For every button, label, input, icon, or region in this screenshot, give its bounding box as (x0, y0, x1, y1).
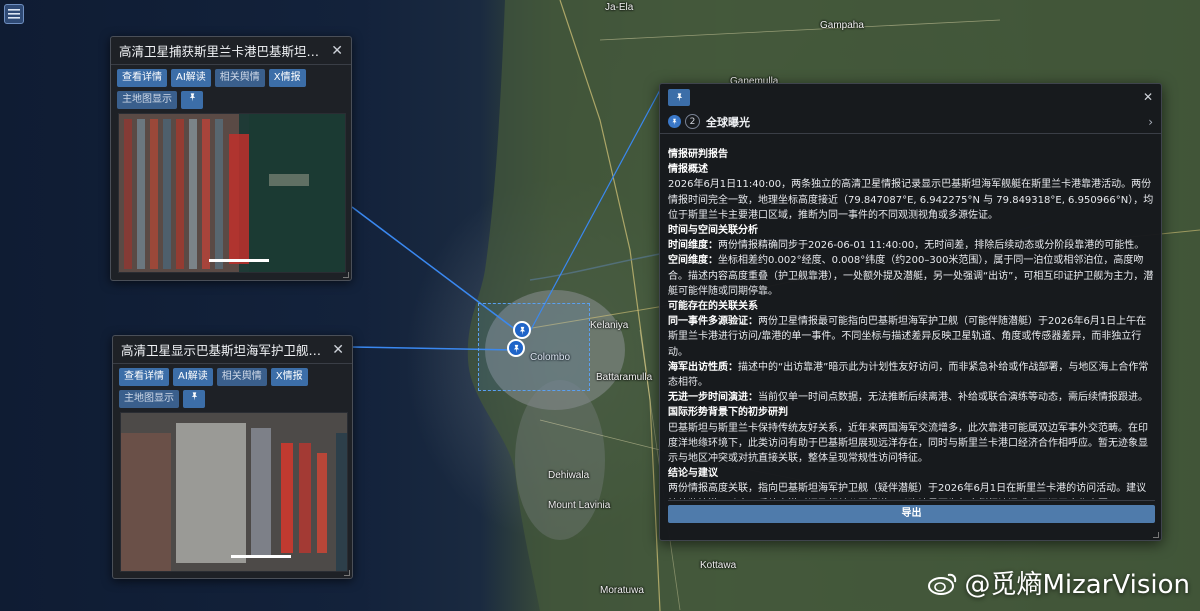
view-details-button[interactable]: 查看详情 (117, 69, 167, 87)
map-label-moratuwa: Moratuwa (600, 585, 644, 596)
card-title: 高清卫星捕获斯里兰卡港巴基斯坦护卫… (119, 44, 329, 59)
overview-text: 2026年6月1日11:40:00，两条独立的高清卫星情报记录显示巴基斯坦海军舰… (668, 179, 1154, 221)
satellite-image[interactable] (118, 113, 346, 273)
time-label: 时间维度： (668, 240, 718, 252)
relation-1-label: 同一事件多源验证： (668, 316, 758, 328)
pin-icon (191, 392, 197, 401)
geo-text: 巴基斯坦与斯里兰卡保持传统友好关系，近年来两国海军交流增多，此次靠港可能属双边军… (668, 422, 1148, 465)
close-icon[interactable]: ✕ (332, 342, 344, 358)
pin-icon (189, 93, 195, 102)
selection-area[interactable] (478, 303, 590, 391)
intel-card-2[interactable]: 高清卫星显示巴基斯坦海军护卫舰和潜… ✕ 查看详情 AI解读 相关舆情 X情报 … (112, 335, 353, 579)
pin-button[interactable] (668, 88, 690, 106)
satellite-photo (121, 413, 347, 571)
overview-heading: 情报概述 (668, 164, 708, 176)
relation-2: 海军出访性质：描述中的“出访靠港”暗示此为计划性友好访问，而非紧急补给或作战部署… (668, 360, 1156, 390)
map-marker-1[interactable] (513, 321, 531, 339)
resize-handle[interactable] (343, 272, 349, 278)
map-marker-2[interactable] (507, 339, 525, 357)
report-heading: 情报研判报告 (668, 149, 728, 160)
close-icon[interactable]: ✕ (331, 43, 343, 59)
satellite-photo (119, 114, 345, 272)
watermark: @觅熵MizarVision (928, 564, 1190, 601)
view-details-button[interactable]: 查看详情 (119, 368, 169, 386)
exposure-title: 全球曝光 (706, 115, 750, 129)
pin-icon (519, 326, 525, 335)
global-exposure-row[interactable]: 2 全球曝光 › (660, 110, 1161, 134)
divider (668, 500, 1155, 501)
resize-handle[interactable] (344, 570, 350, 576)
menu-icon (8, 9, 20, 19)
main-map-show-button[interactable]: 主地图显示 (117, 91, 177, 109)
ai-interpret-button[interactable]: AI解读 (173, 368, 213, 386)
pin-icon (672, 118, 677, 125)
spacetime-heading: 时间与空间关联分析 (668, 225, 758, 237)
relation-3-text: 当前仅单一时间点数据，无法推断后续离港、补给或联合演练等动态，需后续情报跟进。 (758, 392, 1148, 404)
map-label-kottawa: Kottawa (700, 560, 737, 571)
relation-2-text: 描述中的“出访靠港”暗示此为计划性友好访问，而非紧急补给或作战部署，与地区海上合… (668, 361, 1149, 389)
related-opinion-button[interactable]: 相关舆情 (214, 69, 265, 87)
conclusion-heading: 结论与建议 (668, 468, 718, 480)
ai-interpret-button[interactable]: AI解读 (171, 69, 211, 87)
x-intel-button[interactable]: X情报 (270, 368, 308, 386)
relation-1: 同一事件多源验证：两份卫星情报最可能指向巴基斯坦海军护卫舰（可能伴随潜艇）于20… (668, 314, 1156, 360)
space-label: 空间维度： (668, 255, 718, 267)
watermark-text: @觅熵MizarVision (964, 570, 1190, 600)
menu-button[interactable] (4, 4, 24, 24)
intel-card-1[interactable]: 高清卫星捕获斯里兰卡港巴基斯坦护卫… ✕ 查看详情 AI解读 相关舆情 X情报 … (110, 36, 352, 281)
relation-3: 无进一步时间演进：当前仅单一时间点数据，无法推断后续离港、补给或联合演练等动态，… (668, 390, 1156, 405)
resize-handle[interactable] (1153, 532, 1159, 538)
x-intel-button[interactable]: X情报 (268, 69, 306, 87)
weibo-icon (928, 573, 957, 595)
pin-icon (513, 344, 519, 353)
pin-button[interactable] (181, 91, 203, 109)
relation-3-label: 无进一步时间演进： (668, 392, 758, 404)
chevron-right-icon[interactable]: › (1148, 115, 1153, 129)
map-label-battaramulla: Battaramulla (596, 372, 653, 383)
intel-report-panel[interactable]: ✕ 2 全球曝光 › 情报研判报告 情报概述 2026年6月1日11:40:00… (659, 83, 1162, 541)
conclusion-text: 两份情报高度关联，指向巴基斯坦海军护卫舰（疑伴潜艇）于2026年6月1日在斯里兰… (668, 483, 1147, 499)
map-label-mount-lavinia: Mount Lavinia (548, 500, 611, 511)
map-label-dehiwala: Dehiwala (548, 470, 590, 481)
related-opinion-button[interactable]: 相关舆情 (216, 368, 267, 386)
relation-2-label: 海军出访性质： (668, 361, 738, 373)
space-text: 坐标相差约0.002°经度、0.008°纬度（约200–300米范围），属于同一… (668, 255, 1154, 297)
relations-heading: 可能存在的关联关系 (668, 301, 758, 313)
map-label-kelaniya: Kelaniya (590, 320, 629, 331)
geo-heading: 国际形势背景下的初步研判 (668, 407, 788, 419)
export-button[interactable]: 导出 (668, 505, 1155, 523)
close-icon[interactable]: ✕ (1143, 90, 1153, 104)
map-label-gampaha: Gampaha (820, 20, 864, 31)
time-text: 两份情报精确同步于2026-06-01 11:40:00，无时间差，排除后续动态… (718, 240, 1145, 252)
exposure-count: 2 (685, 114, 700, 129)
pin-icon (676, 93, 682, 102)
report-content: 情报研判报告 情报概述 2026年6月1日11:40:00，两条独立的高清卫星情… (668, 147, 1156, 499)
space-paragraph: 空间维度：坐标相差约0.002°经度、0.008°纬度（约200–300米范围）… (668, 253, 1156, 299)
time-paragraph: 时间维度：两份情报精确同步于2026-06-01 11:40:00，无时间差，排… (668, 238, 1156, 253)
satellite-image[interactable] (120, 412, 348, 572)
exposure-icon (668, 115, 681, 128)
card-title: 高清卫星显示巴基斯坦海军护卫舰和潜… (121, 343, 331, 358)
main-map-show-button[interactable]: 主地图显示 (119, 390, 179, 408)
pin-button[interactable] (183, 390, 205, 408)
map-label-ja-ela: Ja-Ela (605, 2, 634, 13)
